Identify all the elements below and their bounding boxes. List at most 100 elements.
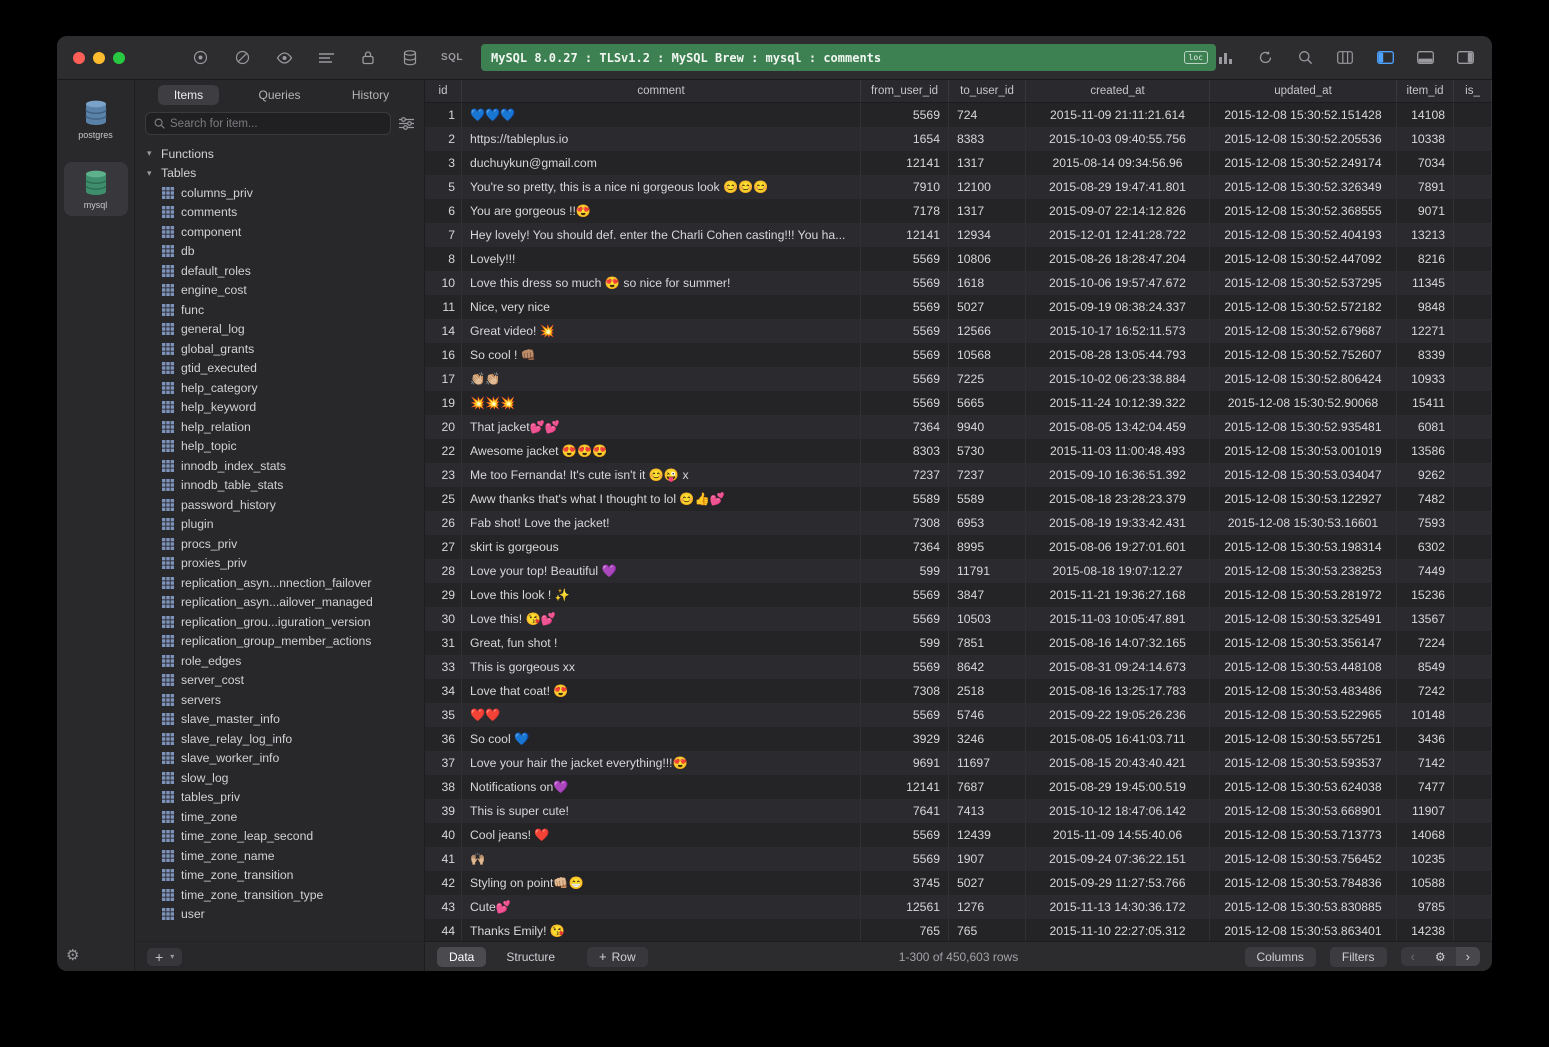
table-row[interactable]: 8Lovely!!!5569108062015-08-26 18:28:47.2…	[425, 247, 1492, 271]
tab-history[interactable]: History	[325, 88, 416, 102]
table-row[interactable]: 42Styling on point👊🏼😁374550272015-09-29 …	[425, 871, 1492, 895]
sidebar-table-item[interactable]: engine_cost	[135, 281, 424, 301]
sidebar-table-item[interactable]: time_zone_transition	[135, 866, 424, 886]
table-row[interactable]: 23Me too Fernanda! It's cute isn't it 😊😜…	[425, 463, 1492, 487]
sidebar-table-item[interactable]: procs_priv	[135, 534, 424, 554]
rows-icon[interactable]	[317, 49, 335, 67]
table-row[interactable]: 26Fab shot! Love the jacket!730869532015…	[425, 511, 1492, 535]
table-row[interactable]: 11Nice, very nice556950272015-09-19 08:3…	[425, 295, 1492, 319]
table-row[interactable]: 40Cool jeans! ❤️5569124392015-11-09 14:5…	[425, 823, 1492, 847]
eye-icon[interactable]	[275, 49, 293, 67]
table-row[interactable]: 10Love this dress so much 😍 so nice for …	[425, 271, 1492, 295]
table-row[interactable]: 41🙌🏼556919072015-09-24 07:36:22.1512015-…	[425, 847, 1492, 871]
sidebar-table-item[interactable]: server_cost	[135, 671, 424, 691]
table-row[interactable]: 25Aww thanks that's what I thought to lo…	[425, 487, 1492, 511]
table-row[interactable]: 30Love this! 😘💕5569105032015-11-03 10:05…	[425, 607, 1492, 631]
sidebar-table-item[interactable]: role_edges	[135, 651, 424, 671]
table-row[interactable]: 16So cool ! 👊🏽5569105682015-08-28 13:05:…	[425, 343, 1492, 367]
sidebar-table-item[interactable]: slow_log	[135, 768, 424, 788]
sidebar-table-item[interactable]: help_keyword	[135, 398, 424, 418]
sidebar-table-item[interactable]: component	[135, 222, 424, 242]
sidebar-table-item[interactable]: slave_master_info	[135, 710, 424, 730]
column-header-is_[interactable]: is_	[1454, 80, 1492, 102]
table-row[interactable]: 6You are gorgeous !!😍717813172015-09-07 …	[425, 199, 1492, 223]
sidebar-table-item[interactable]: comments	[135, 203, 424, 223]
table-row[interactable]: 29Love this look ! ✨556938472015-11-21 1…	[425, 583, 1492, 607]
sidebar-table-item[interactable]: user	[135, 905, 424, 925]
sidebar-table-item[interactable]: tables_priv	[135, 788, 424, 808]
table-row[interactable]: 17👏🏼👏🏼556972252015-10-02 06:23:38.884201…	[425, 367, 1492, 391]
sidebar-table-item[interactable]: columns_priv	[135, 183, 424, 203]
table-row[interactable]: 33This is gorgeous xx556986422015-08-31 …	[425, 655, 1492, 679]
table-row[interactable]: 27skirt is gorgeous736489952015-08-06 19…	[425, 535, 1492, 559]
tab-queries[interactable]: Queries	[234, 88, 325, 102]
table-row[interactable]: 37Love your hair the jacket everything!!…	[425, 751, 1492, 775]
sidebar-table-item[interactable]: time_zone_leap_second	[135, 827, 424, 847]
sidebar-table-item[interactable]: slave_relay_log_info	[135, 729, 424, 749]
table-row[interactable]: 28Love your top! Beautiful 💜599117912015…	[425, 559, 1492, 583]
sql-editor-icon[interactable]: SQL	[443, 49, 461, 67]
sidebar-table-item[interactable]: time_zone_transition_type	[135, 885, 424, 905]
sidebar-table-item[interactable]: plugin	[135, 515, 424, 535]
table-row[interactable]: 36So cool 💙392932462015-08-05 16:41:03.7…	[425, 727, 1492, 751]
data-tab-button[interactable]: Data	[437, 947, 486, 967]
bottom-panel-icon[interactable]	[1416, 49, 1434, 67]
sidebar-panel-icon[interactable]	[1376, 49, 1394, 67]
filter-sliders-icon[interactable]	[399, 117, 414, 130]
column-header-from_user_id[interactable]: from_user_id	[861, 80, 949, 102]
close-window-button[interactable]	[73, 52, 85, 64]
table-row[interactable]: 3duchuykun@gmail.com1214113172015-08-14 …	[425, 151, 1492, 175]
sidebar-table-item[interactable]: innodb_table_stats	[135, 476, 424, 496]
minimize-window-button[interactable]	[93, 52, 105, 64]
sidebar-table-item[interactable]: replication_group_member_actions	[135, 632, 424, 652]
column-header-updated_at[interactable]: updated_at	[1210, 80, 1397, 102]
filters-button[interactable]: Filters	[1330, 947, 1387, 967]
add-item-dropdown-icon[interactable]: ▾	[170, 952, 174, 961]
refresh-icon[interactable]	[1256, 49, 1274, 67]
table-row[interactable]: 22Awesome jacket 😍😍😍830357302015-11-03 1…	[425, 439, 1492, 463]
column-header-item_id[interactable]: item_id	[1397, 80, 1454, 102]
sidebar-table-item[interactable]: help_topic	[135, 437, 424, 457]
sidebar-group-functions[interactable]: ▾ Functions	[135, 144, 424, 164]
table-row[interactable]: 44Thanks Emily! 😘7657652015-11-10 22:27:…	[425, 919, 1492, 941]
column-header-created_at[interactable]: created_at	[1026, 80, 1210, 102]
sidebar-table-item[interactable]: general_log	[135, 320, 424, 340]
table-row[interactable]: 43Cute💕1256112762015-11-13 14:30:36.1722…	[425, 895, 1492, 919]
table-row[interactable]: 1💙💙💙55697242015-11-09 21:11:21.6142015-1…	[425, 103, 1492, 127]
table-row[interactable]: 34Love that coat! 😍730825182015-08-16 13…	[425, 679, 1492, 703]
sidebar-table-item[interactable]: password_history	[135, 495, 424, 515]
sidebar-table-item[interactable]: help_category	[135, 378, 424, 398]
search-icon[interactable]	[1296, 49, 1314, 67]
table-row[interactable]: 2https://tableplus.io165483832015-10-03 …	[425, 127, 1492, 151]
column-header-id[interactable]: id	[425, 80, 462, 102]
right-panel-icon[interactable]	[1456, 49, 1474, 67]
table-row[interactable]: 19💥💥💥556956652015-11-24 10:12:39.3222015…	[425, 391, 1492, 415]
table-row[interactable]: 39This is super cute!764174132015-10-12 …	[425, 799, 1492, 823]
add-row-button[interactable]: + Row	[587, 947, 648, 967]
page-settings-gear-icon[interactable]: ⚙	[1425, 947, 1456, 966]
sidebar-table-item[interactable]: time_zone	[135, 807, 424, 827]
column-view-icon[interactable]	[1336, 49, 1354, 67]
connection-postgres[interactable]: postgres	[64, 92, 128, 146]
table-row[interactable]: 31Great, fun shot !59978512015-08-16 14:…	[425, 631, 1492, 655]
sidebar-table-item[interactable]: func	[135, 300, 424, 320]
table-row[interactable]: 14Great video! 💥5569125662015-10-17 16:5…	[425, 319, 1492, 343]
table-row[interactable]: 5You're so pretty, this is a nice ni gor…	[425, 175, 1492, 199]
add-item-button[interactable]: +	[155, 950, 163, 964]
sidebar-table-item[interactable]: global_grants	[135, 339, 424, 359]
tab-items[interactable]: Items	[143, 88, 234, 102]
sidebar-table-item[interactable]: proxies_priv	[135, 554, 424, 574]
sidebar-table-item[interactable]: replication_asyn...nnection_failover	[135, 573, 424, 593]
prev-page-button[interactable]: ‹	[1401, 947, 1425, 966]
connection-mysql[interactable]: mysql	[64, 162, 128, 216]
sidebar-table-item[interactable]: replication_asyn...ailover_managed	[135, 593, 424, 613]
sidebar-table-item[interactable]: gtid_executed	[135, 359, 424, 379]
sidebar-table-item[interactable]: help_relation	[135, 417, 424, 437]
table-row[interactable]: 7Hey lovely! You should def. enter the C…	[425, 223, 1492, 247]
sidebar-table-item[interactable]: time_zone_name	[135, 846, 424, 866]
sidebar-table-item[interactable]: innodb_index_stats	[135, 456, 424, 476]
columns-button[interactable]: Columns	[1245, 947, 1316, 967]
disconnect-icon[interactable]	[233, 49, 251, 67]
table-row[interactable]: 38Notifications on💜1214176872015-08-29 1…	[425, 775, 1492, 799]
structure-tab-button[interactable]: Structure	[494, 947, 567, 967]
